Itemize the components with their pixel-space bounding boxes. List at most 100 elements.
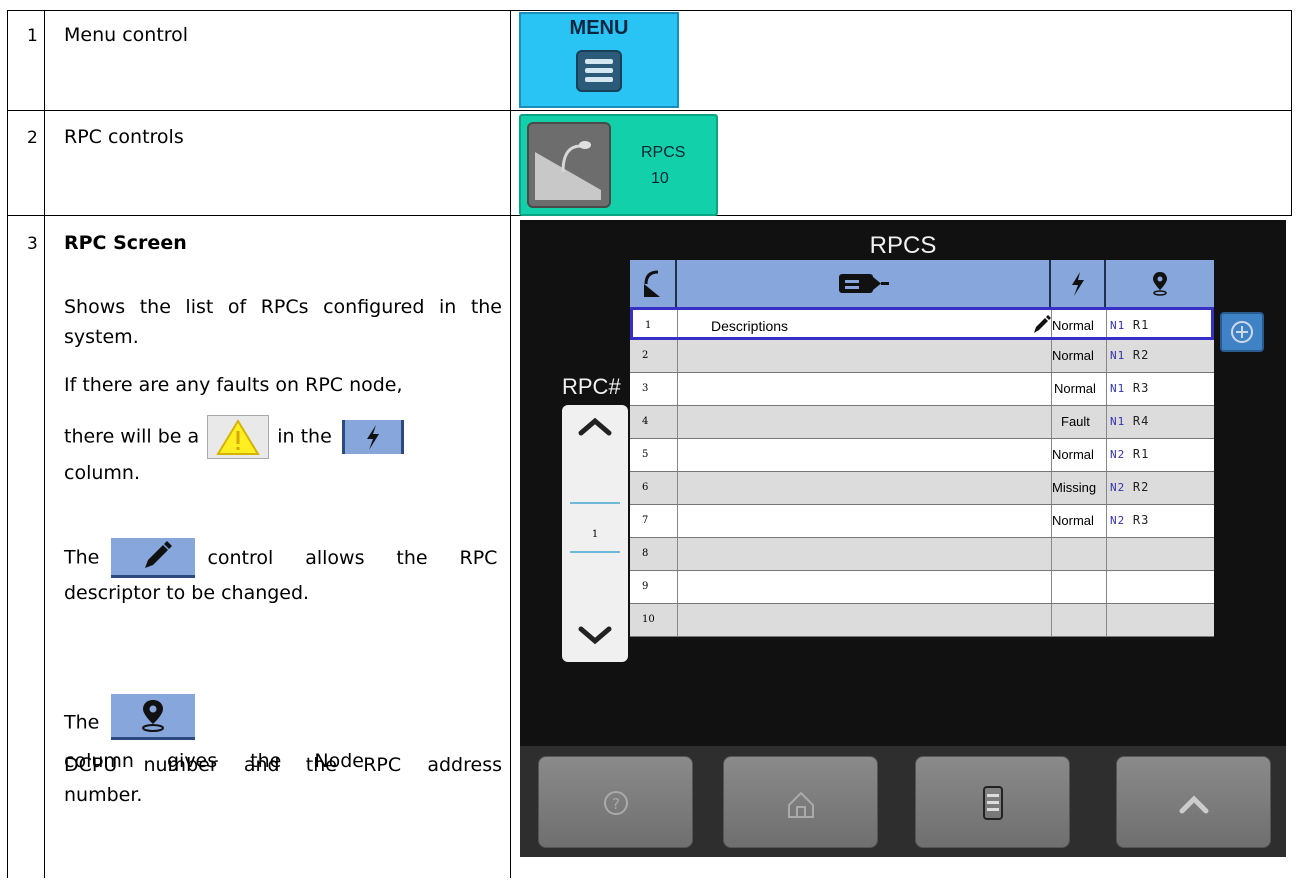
menu-button[interactable] <box>915 756 1070 848</box>
column-separator <box>677 604 678 636</box>
rpc-address: R3 <box>1132 513 1150 527</box>
column-separator <box>677 505 678 537</box>
row-number: 5 <box>642 449 649 460</box>
table-row[interactable]: 1 Descriptions Normal N1 R1 <box>630 307 1214 340</box>
text-fragment: there will be a <box>64 425 200 448</box>
hamburger-icon <box>576 50 622 92</box>
add-rpc-button[interactable] <box>1220 312 1264 352</box>
row-status: Normal <box>1052 513 1094 528</box>
address-line: The column gives the Node <box>64 694 502 772</box>
edit-line-end: descriptor to be changed. <box>64 582 310 604</box>
rpc-address: R1 <box>1132 318 1150 332</box>
rpc-number-label: RPC# <box>562 374 621 399</box>
location-pin-icon[interactable] <box>1106 260 1214 307</box>
row-number: 8 <box>642 548 649 559</box>
column-separator <box>1106 571 1107 603</box>
column-separator <box>1106 310 1107 337</box>
column-separator <box>1051 538 1052 570</box>
column-separator <box>1106 340 1107 372</box>
scroll-up-icon[interactable] <box>575 415 615 439</box>
row-number: 9 <box>642 581 649 592</box>
row-status: Fault <box>1061 414 1090 429</box>
lightning-icon[interactable] <box>1051 260 1106 307</box>
rpc-address: R2 <box>1132 480 1150 494</box>
faults-line: If there are any faults on RPC node, <box>64 374 403 396</box>
row-status: Normal <box>1054 381 1096 396</box>
column-separator <box>677 571 678 603</box>
table-row[interactable]: 8 <box>630 538 1214 571</box>
column-separator <box>1051 604 1052 636</box>
table-header <box>630 260 1214 307</box>
scroll-down-icon[interactable] <box>575 623 615 647</box>
column-separator <box>677 439 678 471</box>
help-button[interactable]: ? <box>538 756 693 848</box>
rpc-address: R3 <box>1132 381 1150 395</box>
row-address: N2 R2 <box>1110 480 1149 494</box>
scroll-top-button[interactable] <box>1116 756 1271 848</box>
rpc-address: R1 <box>1132 447 1150 461</box>
row-number: 3 <box>27 234 38 254</box>
column-separator <box>677 406 678 438</box>
rpc-address: R2 <box>1132 348 1150 362</box>
table-row[interactable]: 4 Fault N1 R4 <box>630 406 1214 439</box>
description-paragraph: Shows the list of RPCs configured in the… <box>64 296 502 348</box>
column-separator <box>677 472 678 504</box>
row-status: Normal <box>1052 348 1094 363</box>
row-status: Missing <box>1052 480 1097 495</box>
column-separator <box>1051 373 1052 405</box>
rpcs-button[interactable]: RPCS 10 <box>519 114 718 216</box>
row-number: 10 <box>642 614 655 625</box>
node-number: N1 <box>1110 349 1126 362</box>
column-separator <box>1106 505 1107 537</box>
home-button[interactable] <box>723 756 878 848</box>
help-icon: ? <box>604 791 628 815</box>
menu-label: MENU <box>569 17 629 39</box>
table-row[interactable]: 2 Normal N1 R2 <box>630 340 1214 373</box>
column-separator <box>677 373 678 405</box>
pencil-icon <box>111 538 196 578</box>
microphone-icon <box>527 122 611 208</box>
edit-pencil-icon[interactable] <box>1031 314 1051 341</box>
row-address: N1 R4 <box>1110 414 1149 428</box>
address-line-end: number. <box>64 784 143 806</box>
address-line-2: DCPU number and the RPC address <box>64 754 502 776</box>
tag-icon[interactable] <box>677 260 1051 307</box>
node-number: N2 <box>1110 481 1126 494</box>
table-row[interactable]: 6 Missing N2 R2 <box>630 472 1214 505</box>
row-description: Menu control <box>64 24 189 46</box>
row-number: 7 <box>642 515 649 526</box>
table-row[interactable]: 3 Normal N1 R3 <box>630 373 1214 406</box>
column-separator <box>1106 472 1107 504</box>
column-separator <box>677 310 678 337</box>
row-number: 1 <box>27 26 38 46</box>
table-row[interactable]: 7 Normal N2 R3 <box>630 505 1214 538</box>
row-address: N2 R1 <box>1110 447 1149 461</box>
row-number: 1 <box>645 320 652 331</box>
rpcs-label: RPCS <box>641 144 686 161</box>
row-number: 2 <box>642 350 649 361</box>
table-row[interactable]: 5 Normal N2 R1 <box>630 439 1214 472</box>
screen-title: RPCS <box>869 232 937 259</box>
text-fragment: The <box>64 546 100 569</box>
table-row[interactable]: 9 <box>630 571 1214 604</box>
svg-text:?: ? <box>612 795 620 813</box>
row-status: Normal <box>1052 447 1094 462</box>
lightning-icon <box>341 420 404 454</box>
row-address: N1 R2 <box>1110 348 1149 362</box>
column-separator <box>1106 604 1107 636</box>
faults-line-icons: there will be a in the <box>64 415 502 459</box>
faults-line-end: column. <box>64 462 140 484</box>
up-arrow-icon <box>1179 795 1209 814</box>
column-separator <box>1051 571 1052 603</box>
row-number: 3 <box>642 383 649 394</box>
table-row[interactable]: 10 <box>630 604 1214 637</box>
text-fragment: in the <box>277 425 332 448</box>
node-number: N2 <box>1110 514 1126 527</box>
row-number: 4 <box>642 416 649 427</box>
menu-button[interactable]: MENU <box>519 12 679 108</box>
page-scroller: 1 <box>562 405 628 662</box>
node-number: N2 <box>1110 448 1126 461</box>
node-number: N1 <box>1110 319 1126 332</box>
row-title: RPC Screen <box>64 232 187 254</box>
microphone-icon[interactable] <box>630 260 677 307</box>
